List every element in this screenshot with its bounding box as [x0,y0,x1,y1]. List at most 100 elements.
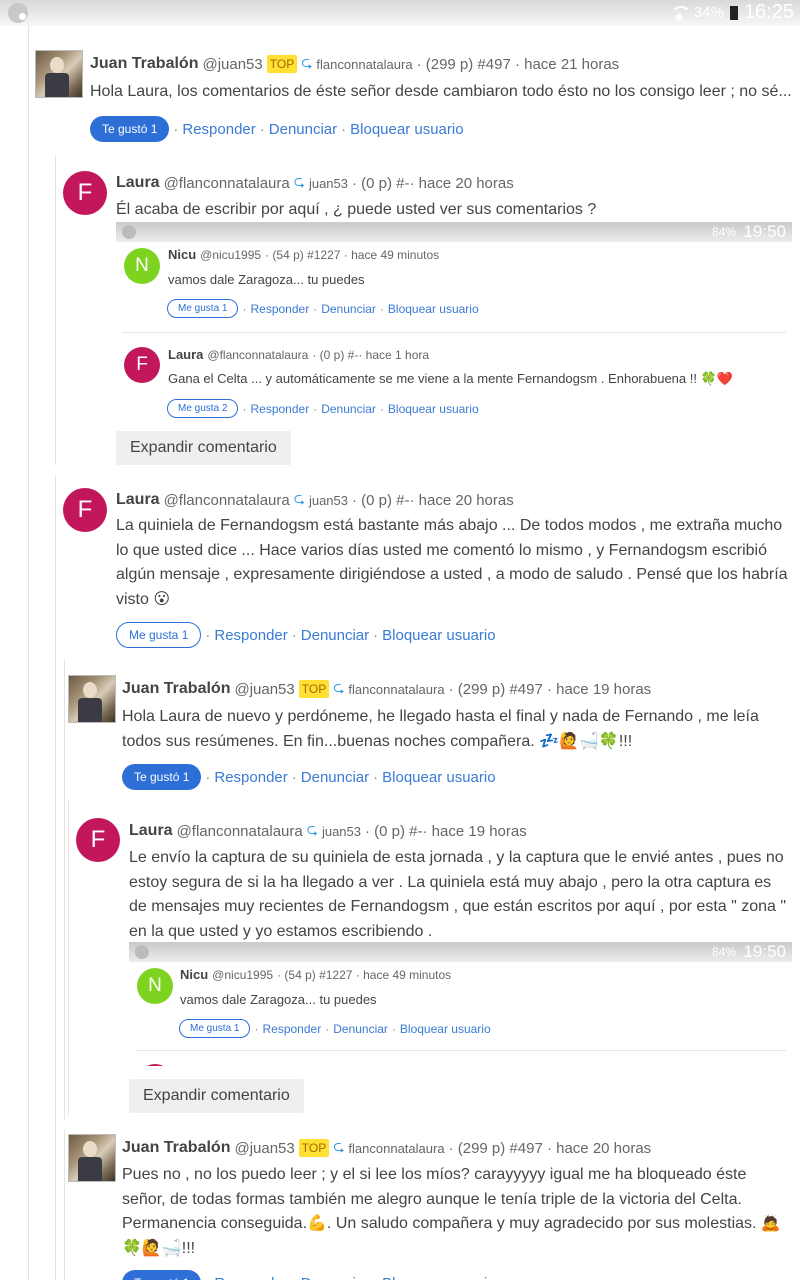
thread-line [55,475,56,1280]
reply-arrow-icon: ⮎ [293,173,305,189]
comment-actions: Me gusta 1 · Responder · Denunciar · Bloque… [167,299,479,318]
comment-stats: · (299 p) #497 · hace 20 horas [448,1139,652,1157]
avatar: F [124,347,160,383]
comment-stats: · (0 p) #-· hace 20 horas [352,491,514,509]
reply-link[interactable]: Responder [214,627,287,644]
comment-header: Laura @flanconnatalaura · (0 p) #-· hace… [168,347,429,362]
reply-link[interactable]: Responder [214,1275,287,1280]
like-button[interactable]: Me gusta 1 [116,622,202,648]
thread-line [55,155,56,465]
author-name[interactable]: Juan Trabalón [90,55,198,73]
comment-text: vamos dale Zaragoza... tu puedes [168,272,365,287]
comment-stats: · (0 p) #-· hace 1 hora [312,347,430,362]
avatar[interactable]: F [76,818,120,862]
top-badge: TOP [266,55,298,73]
embedded-clock: 19:50 [743,222,786,241]
comment-stats: · (54 p) #1227 · hace 49 minutos [265,247,440,262]
comment-actions: Te gustó 1 ·Responder ·Denunciar ·Bloque… [122,764,496,790]
report-link: Denunciar [333,1021,388,1036]
comment-text: Hola Laura, los comentarios de éste seño… [90,83,792,100]
embedded-clock: 19:50 [743,942,786,961]
reply-link[interactable]: Responder [182,121,255,138]
block-user-link[interactable]: Bloquear usuario [382,627,495,644]
avatar[interactable] [68,675,116,723]
avatar-partial [137,1064,173,1066]
thread-line [64,660,65,1120]
author-handle: @juan53 [202,55,263,73]
reply-to[interactable]: juan53 [309,493,348,508]
like-button: Me gusta 2 [167,399,239,418]
thread-line [28,26,29,1280]
thread-line [64,1130,65,1280]
comment-header: Laura @flanconnatalaura ⮎ juan53 · (0 p)… [116,171,514,195]
comment-text: Hola Laura de nuevo y perdóneme, he lleg… [122,708,759,750]
author-name[interactable]: Laura [116,174,160,192]
author-name[interactable]: Laura [116,491,160,509]
comment-actions: Me gusta 1 · Responder · Denunciar · Bloque… [179,1019,491,1038]
wifi-icon [670,5,691,20]
block-user-link: Bloquear usuario [399,1021,491,1036]
comment-stats: · (299 p) #497 · hace 21 horas [416,55,620,73]
report-link[interactable]: Denunciar [269,121,337,138]
avatar[interactable]: F [63,488,107,532]
comment-stats: · (0 p) #-· hace 20 horas [352,174,514,192]
comment-header: Laura @flanconnatalaura ⮎ juan53 · (0 p)… [116,488,514,512]
report-link: Denunciar [321,401,376,416]
comment-header: Nicu @nicu1995 · (54 p) #1227 · hace 49 … [180,967,451,982]
reply-link[interactable]: Responder [214,769,287,786]
like-button[interactable]: Te gustó 1 [90,116,170,142]
reply-arrow-icon: ⮎ [293,490,305,506]
reply-to[interactable]: juan53 [309,176,348,191]
top-badge: TOP [298,1139,330,1157]
author-handle: @flanconnatalaura [163,491,290,509]
author-handle: @nicu1995 [212,967,274,982]
comment-actions: Te gustó 1 ·Responder ·Denunciar ·Bloque… [122,1270,496,1280]
report-link[interactable]: Denunciar [301,627,369,644]
comment-stats: · (0 p) #-· hace 19 horas [365,822,527,840]
author-handle: @flanconnatalaura [207,347,309,362]
reply-link: Responder [262,1021,322,1036]
report-link[interactable]: Denunciar [301,1275,369,1280]
like-button[interactable]: Te gustó 1 [122,1270,202,1280]
avatar[interactable] [35,50,83,98]
divider [135,1050,786,1051]
reply-arrow-icon: ⮎ [333,679,345,695]
like-button[interactable]: Te gustó 1 [122,764,202,790]
embedded-screenshot[interactable]: 84% 19:50 N Nicu @nicu1995 · (54 p) #122… [116,222,792,426]
report-link[interactable]: Denunciar [301,769,369,786]
reply-to[interactable]: flanconnatalaura [348,682,444,697]
reply-to[interactable]: flanconnatalaura [348,1141,444,1156]
embedded-screenshot[interactable]: 84% 19:50 N Nicu @nicu1995 · (54 p) #122… [129,942,792,1066]
reply-link: Responder [250,401,310,416]
author-handle: @nicu1995 [200,247,262,262]
avatar: N [124,248,160,284]
expand-comment-button[interactable]: Expandir comentario [129,1079,304,1113]
author-name: Nicu [180,967,209,982]
reply-arrow-icon: ⮎ [306,821,318,837]
comment-header: Juan Trabalón @juan53 TOP ⮎ flanconnatal… [122,677,651,701]
block-user-link[interactable]: Bloquear usuario [382,1275,495,1280]
avatar[interactable]: F [63,171,107,215]
comment-text: Pues no , no los puedo leer ; y el si le… [122,1166,781,1257]
author-name[interactable]: Juan Trabalón [122,1139,230,1157]
author-handle: @juan53 [234,680,295,698]
expand-comment-button[interactable]: Expandir comentario [116,431,291,465]
reply-arrow-icon: ⮎ [301,54,313,70]
avatar[interactable] [68,1134,116,1182]
author-name[interactable]: Juan Trabalón [122,680,230,698]
embedded-battery: 84% [711,225,736,239]
reply-to[interactable]: juan53 [322,824,361,839]
author-handle: @juan53 [234,1139,295,1157]
block-user-link[interactable]: Bloquear usuario [350,121,463,138]
reply-to[interactable]: flanconnatalaura [316,57,412,72]
author-name: Laura [168,347,204,362]
author-name[interactable]: Laura [129,822,173,840]
like-button: Me gusta 1 [179,1019,251,1038]
embedded-status-bar: 84% 19:50 [129,942,792,962]
comment-header: Juan Trabalón @juan53 TOP ⮎ flanconnatal… [90,52,619,76]
block-user-link[interactable]: Bloquear usuario [382,769,495,786]
thread-line [68,800,69,1115]
report-link: Denunciar [321,301,376,316]
comment-actions: Te gustó 1 ·Responder ·Denunciar ·Bloque… [90,116,464,142]
avatar: N [137,968,173,1004]
